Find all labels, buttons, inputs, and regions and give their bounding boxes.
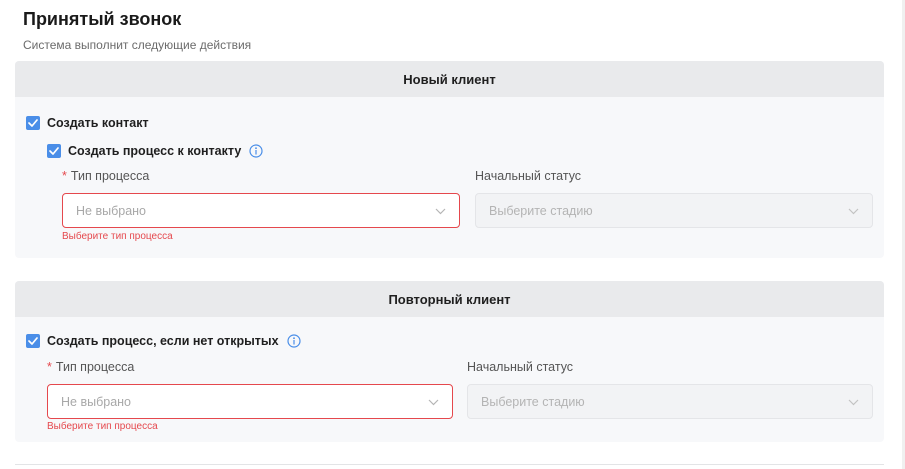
initial-status-select[interactable]: Выберите стадию [475,193,873,228]
create-process-for-contact-checkbox[interactable]: Создать процесс к контакту [47,144,263,158]
chevron-down-icon [428,395,439,409]
process-type-select[interactable]: Не выбрано [62,193,460,228]
process-type-error: Выберите тип процесса [62,231,173,242]
chevron-down-icon [848,204,859,218]
process-type-label-text: Тип процесса [70,169,150,183]
divider [15,464,884,465]
repeat-process-type-error: Выберите тип процесса [47,421,158,432]
create-process-if-none-checkbox[interactable]: Создать процесс, если нет открытых [26,334,301,348]
info-icon[interactable] [249,144,263,158]
initial-status-placeholder: Выберите стадию [489,203,593,218]
new-client-section: Новый клиент [15,61,884,258]
page-title: Принятый звонок [23,9,182,29]
page-subtitle: Система выполнит следующие действия [23,38,252,52]
required-mark: * [47,360,52,374]
info-icon[interactable] [286,334,301,348]
checkmark-icon[interactable] [26,116,40,130]
repeat-process-type-label: * Тип процесса [47,360,134,374]
process-type-value: Не выбрано [76,203,146,218]
repeat-process-type-select[interactable]: Не выбрано [47,384,453,419]
repeat-initial-status-select[interactable]: Выберите стадию [467,384,873,419]
checkmark-icon[interactable] [26,334,40,348]
create-contact-label: Создать контакт [47,116,149,130]
create-process-if-none-label: Создать процесс, если нет открытых [47,334,279,348]
repeat-process-type-label-text: Тип процесса [55,360,135,374]
checkmark-icon[interactable] [47,144,61,158]
repeat-client-header: Повторный клиент [15,281,884,317]
chevron-down-icon [435,204,446,218]
repeat-initial-status-label: Начальный статус [467,360,574,374]
required-mark: * [62,169,67,183]
process-type-label: * Тип процесса [62,169,149,183]
chevron-down-icon [848,395,859,409]
initial-status-label: Начальный статус [475,169,582,183]
repeat-initial-status-placeholder: Выберите стадию [481,394,585,409]
new-client-header: Новый клиент [15,61,884,97]
create-process-for-contact-label: Создать процесс к контакту [68,144,242,158]
repeat-process-type-value: Не выбрано [61,394,131,409]
create-contact-checkbox[interactable]: Создать контакт [26,116,149,130]
